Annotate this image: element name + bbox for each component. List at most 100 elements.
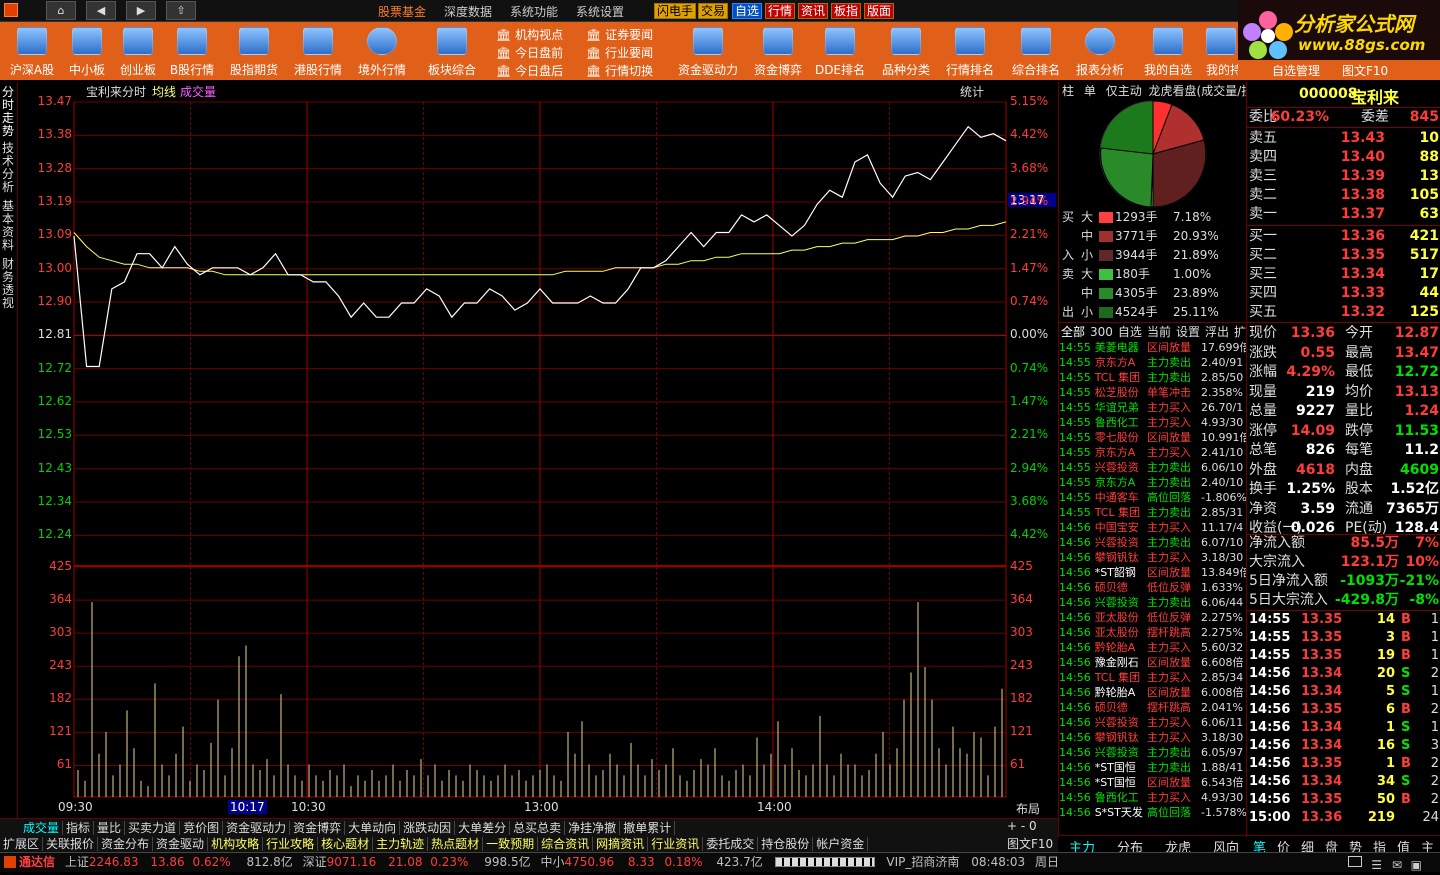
news-item[interactable]: 14:56 攀钢钒钛 主力买入 3.18/30 [1059,550,1247,565]
extension-tab[interactable]: 综合资讯 [538,837,594,851]
news-item[interactable]: 14:56 *ST国恒 区间放量 6.543倍 [1059,775,1247,790]
extension-tab[interactable]: 关联报价 [43,837,99,851]
nav-intraday[interactable]: 分时走势 [2,86,16,138]
news-item[interactable]: 14:55 零七股份 区间放量 10.991倍 [1059,430,1247,445]
toolbar-b-share[interactable]: B股行情 [166,22,218,80]
extension-tab[interactable]: 资金分布 [98,837,154,851]
indicator-tab[interactable]: 指标 [63,821,95,835]
extension-tab[interactable]: 主力轨迹 [373,837,429,851]
toolbar-pre-market[interactable]: 🏛 今日盘前 [496,44,563,61]
news-item[interactable]: 14:56 黔轮胎A 主力买入 5.60/32 [1059,640,1247,655]
news-item[interactable]: 14:56 *ST国恒 主力卖出 1.88/41 [1059,760,1247,775]
news-item[interactable]: 14:56 兴蓉投资 主力卖出 6.05/97 [1059,745,1247,760]
indicator-tab[interactable]: 买卖力道 [125,821,181,835]
news-item[interactable]: 14:56 中国宝安 主力买入 11.17/4 [1059,520,1247,535]
toolbar-gem[interactable]: 创业板 [114,22,162,80]
news-item[interactable]: 14:56 豫金刚石 区间放量 6.608倍 [1059,655,1247,670]
toolbar-futures[interactable]: 股指期货 [226,22,282,80]
news-item[interactable]: 14:56 黔轮胎A 区间放量 6.008倍 [1059,685,1247,700]
message-icon[interactable]: ✉ [1392,856,1402,875]
extension-tab[interactable]: 核心题材 [318,837,374,851]
extension-tab[interactable]: 帐户资金 [813,837,869,851]
indicator-tab[interactable]: 大单动向 [345,821,401,835]
extension-tab[interactable]: 委托成交 [703,837,759,851]
quick-watchlist[interactable]: 自选 [732,3,763,19]
toolbar-sme[interactable]: 中小板 [62,22,112,80]
menu-stocks[interactable]: 股票基金 [378,3,426,20]
news-item[interactable]: 14:55 美菱电器 区间放量 17.699倍 [1059,340,1247,355]
news-item[interactable]: 14:55 京东方A 主力买入 2.41/10 [1059,445,1247,460]
news-item[interactable]: 14:56 硕贝德 低位反弹 1.633% [1059,580,1247,595]
news-item[interactable]: 14:55 京东方A 主力卖出 2.40/91 [1059,355,1247,370]
quick-trade[interactable]: 交易 [698,3,729,19]
news-tab[interactable]: 300 [1090,325,1113,338]
news-item[interactable]: 14:56 S*ST天发 高位回落 -1.578% [1059,805,1247,820]
news-item[interactable]: 14:56 兴蓉投资 主力买入 6.06/11 [1059,715,1247,730]
toolbar-my-holdings[interactable]: 我的持仓 [1204,22,1238,80]
news-item[interactable]: 14:55 华谊兄弟 主力买入 26.70/1 [1059,400,1247,415]
extension-tab[interactable]: 网摘资讯 [593,837,649,851]
extension-tab[interactable]: 扩展区 [0,837,44,851]
quick-news[interactable]: 资讯 [798,3,829,19]
extension-tab[interactable]: 一致预期 [483,837,539,851]
news-tab[interactable]: 浮出 [1205,325,1229,338]
indicator-tab[interactable]: 涨跌动因 [400,821,456,835]
toolbar-overseas[interactable]: 境外行情 [354,22,410,80]
zoom-controls[interactable]: + - 0 [1004,818,1058,835]
news-item[interactable]: 14:55 中通客车 高位回落 -1.806% [1059,490,1247,505]
up-icon[interactable]: ⇧ [166,1,196,20]
news-item[interactable]: 14:56 兴蓉投资 主力卖出 6.06/44 [1059,595,1247,610]
news-item[interactable]: 14:56 *ST韶钢 区间放量 13.849倍 [1059,565,1247,580]
indicator-tab[interactable]: 成交量 [20,821,64,835]
lock-icon[interactable]: ▣ [1411,856,1422,875]
extension-tab[interactable]: 行业攻略 [263,837,319,851]
extension-tab[interactable]: 机构攻略 [208,837,264,851]
toolbar-watch-manage[interactable]: 自选管理 [1272,62,1320,79]
chart-layout-button[interactable]: 布局 [1016,800,1040,817]
indicator-tab[interactable]: 大单差分 [455,821,511,835]
toolbar-rank[interactable]: 行情排名 [942,22,998,80]
indicator-tab[interactable]: 总买总卖 [510,821,566,835]
quick-quotes[interactable]: 行情 [765,3,796,19]
news-item[interactable]: 14:56 攀钢钒钛 主力买入 3.18/30 [1059,730,1247,745]
indicator-tab[interactable]: 资金博弈 [290,821,346,835]
news-item[interactable]: 14:55 TCL 集团 主力卖出 2.85/50 [1059,370,1247,385]
quick-flash[interactable]: 闪电手 [654,3,697,19]
toolbar-fund-drive[interactable]: 资金驱动力 [676,22,740,80]
toolbar-securities-news[interactable]: 🏛 证券要闻 [586,26,653,43]
news-item[interactable]: 14:56 TCL 集团 主力买入 2.85/34 [1059,670,1247,685]
toolbar-sector[interactable]: 板块综合 [424,22,480,80]
news-item[interactable]: 14:55 TCL 集团 主力卖出 2.85/31 [1059,505,1247,520]
toolbar-inst-view[interactable]: 🏛 机构视点 [496,26,563,43]
forward-icon[interactable]: ▶ [126,1,156,20]
toolbar-hk[interactable]: 港股行情 [290,22,346,80]
menu-system-func[interactable]: 系统功能 [510,3,558,20]
news-item[interactable]: 14:56 硕贝德 摆杆跳高 2.041% [1059,700,1247,715]
toolbar-post-market[interactable]: 🏛 今日盘后 [496,62,563,79]
settings-icon[interactable]: ☰ [1371,856,1382,875]
back-icon[interactable]: ◀ [86,1,116,20]
news-item[interactable]: 14:55 兴蓉投资 主力卖出 6.06/10 [1059,460,1247,475]
indicator-tab[interactable]: 资金驱动力 [223,821,291,835]
pie-tab-dragon[interactable]: 龙虎看盘(成交量/技能 [1149,84,1247,98]
pie-tab-single[interactable]: 单 [1084,84,1096,98]
pie-tab-active[interactable]: 仅主动 [1106,84,1142,98]
f10-tab[interactable]: 图文F10 [1004,835,1058,852]
toolbar-report[interactable]: 报表分析 [1072,22,1128,80]
toolbar-my-watch[interactable]: 我的自选 [1140,22,1196,80]
news-item[interactable]: 14:56 兴蓉投资 主力卖出 6.07/10 [1059,535,1247,550]
nav-finance[interactable]: 财务透视 [2,258,16,312]
menu-system-settings[interactable]: 系统设置 [576,3,624,20]
news-tab[interactable]: 自选 [1118,325,1142,338]
app-icon[interactable] [4,3,18,17]
indicator-tab[interactable]: 竞价图 [180,821,224,835]
news-item[interactable]: 14:56 亚太股份 摆杆跳高 2.275% [1059,625,1247,640]
indicator-tab[interactable]: 量比 [94,821,126,835]
extension-tab[interactable]: 持仓股份 [758,837,814,851]
news-item[interactable]: 14:55 鲁西化工 主力买入 4.93/30 [1059,415,1247,430]
toolbar-f10[interactable]: 图文F10 [1342,62,1388,79]
pie-tab-bar[interactable]: 柱 [1062,84,1074,98]
intraday-chart[interactable]: 宝利来 分时 均线 成交量 统计 13.17 10:17 布局 13.47 13.… [18,82,1058,819]
home-icon[interactable]: ⌂ [46,1,76,20]
menu-deep-data[interactable]: 深度数据 [444,3,492,20]
